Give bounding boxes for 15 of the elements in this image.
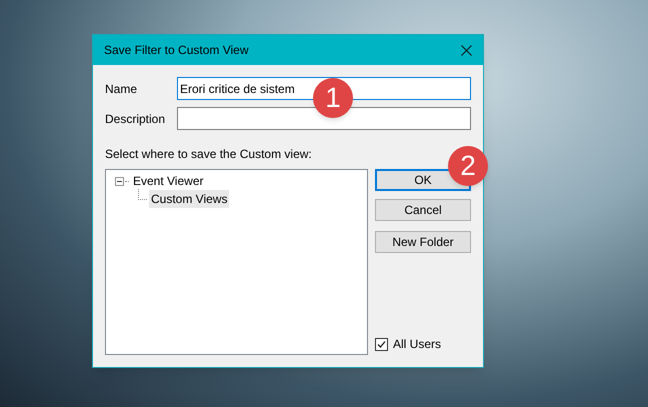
field-label: Description	[105, 110, 166, 128]
dialog-button[interactable]: New Folder	[375, 231, 471, 253]
collapse-icon[interactable]	[115, 176, 124, 186]
text-field[interactable]	[177, 107, 471, 130]
tree-connector	[137, 189, 148, 201]
field-label: Name	[105, 80, 138, 98]
window-title: Save Filter to Custom View	[104, 42, 248, 59]
close-icon	[460, 44, 472, 56]
checkbox-label: All Users	[393, 336, 442, 353]
tree-item[interactable]: Event Viewer	[131, 172, 206, 190]
checkbox[interactable]	[375, 338, 388, 350]
tree-item[interactable]: Custom Views	[149, 190, 230, 208]
checkmark-icon	[377, 340, 386, 348]
dialog-button[interactable]: Cancel	[375, 199, 471, 221]
section-label: Select where to save the Custom view:	[105, 146, 313, 163]
